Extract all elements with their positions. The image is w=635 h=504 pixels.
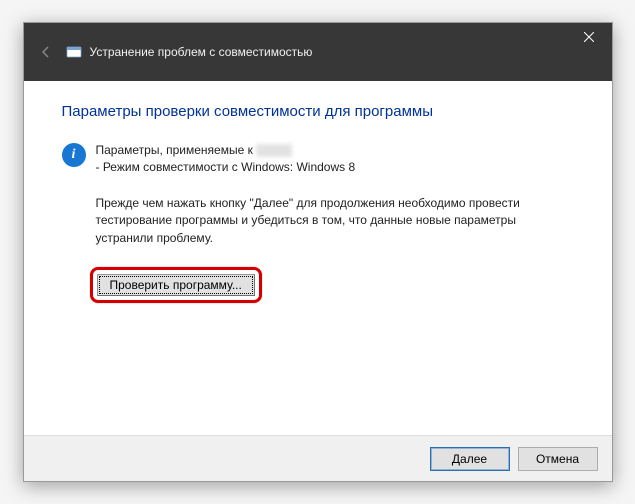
close-icon xyxy=(584,32,594,42)
info-row: i Параметры, применяемые к - Режим совме… xyxy=(62,142,574,177)
back-arrow-icon xyxy=(39,45,53,59)
footer-bar: Далее Отмена xyxy=(24,435,612,481)
page-heading: Параметры проверки совместимости для про… xyxy=(62,103,574,120)
titlebar: Устранение проблем с совместимостью xyxy=(24,23,612,81)
window-title: Устранение проблем с совместимостью xyxy=(90,45,313,59)
next-button[interactable]: Далее xyxy=(430,447,510,471)
test-program-button[interactable]: Проверить программу... xyxy=(97,274,255,296)
content-area: Параметры проверки совместимости для про… xyxy=(24,81,612,435)
info-line1-prefix: Параметры, применяемые к xyxy=(96,143,253,157)
back-button[interactable] xyxy=(34,40,58,64)
troubleshooter-window: Устранение проблем с совместимостью Пара… xyxy=(23,22,613,482)
next-button-label: Далее xyxy=(452,452,487,466)
close-button[interactable] xyxy=(567,23,612,51)
info-icon: i xyxy=(62,143,86,167)
info-line2: - Режим совместимости с Windows: Windows… xyxy=(96,160,356,174)
cancel-button[interactable]: Отмена xyxy=(518,447,598,471)
info-text: Параметры, применяемые к - Режим совмест… xyxy=(96,142,356,177)
instruction-text: Прежде чем нажать кнопку "Далее" для про… xyxy=(96,195,574,247)
highlight-annotation: Проверить программу... xyxy=(90,267,262,303)
redacted-app-name xyxy=(256,144,292,157)
troubleshooter-icon xyxy=(66,44,82,60)
